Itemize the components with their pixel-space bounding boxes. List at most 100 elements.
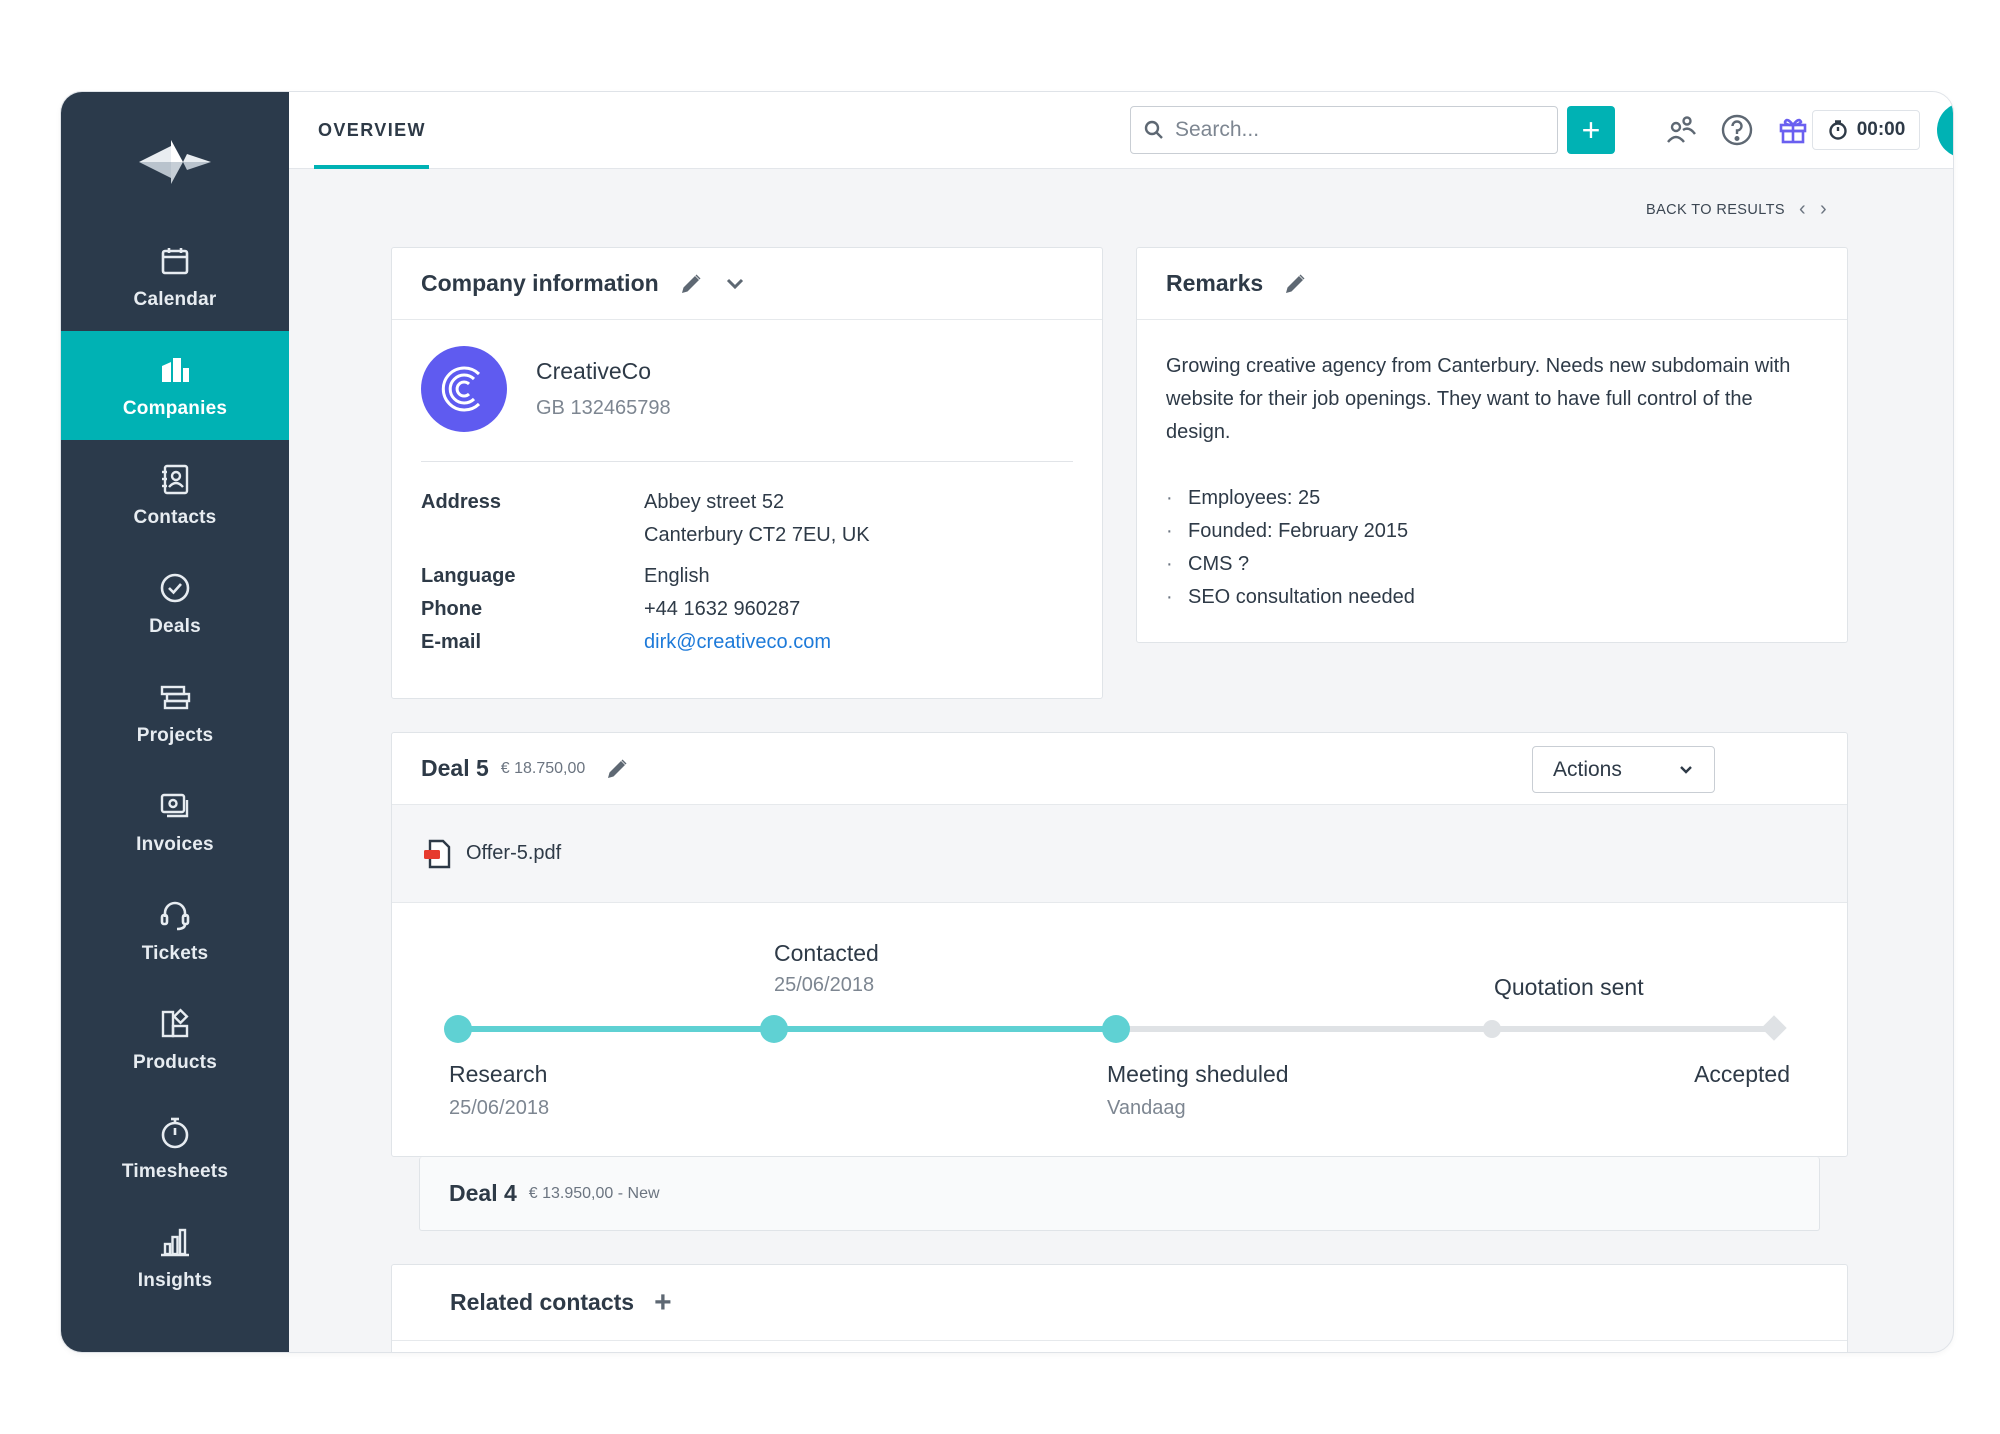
sidebar-item-invoices[interactable]: Invoices <box>61 767 289 876</box>
card-title: Remarks <box>1166 270 1264 296</box>
products-icon <box>161 1007 189 1037</box>
sidebar-item-companies[interactable]: Companies <box>61 331 289 440</box>
attachment-row[interactable]: Offer-5.pdf <box>392 805 1847 903</box>
actions-label: Actions <box>1553 757 1622 781</box>
sidebar-item-label: Tickets <box>141 942 209 964</box>
remarks-card: Remarks Growing creative agency from Can… <box>1136 247 1848 643</box>
list-item: SEO consultation needed <box>1166 581 1807 614</box>
stage-date: 25/06/2018 <box>774 974 875 996</box>
edit-pencil-icon[interactable] <box>1283 272 1307 296</box>
search-input[interactable] <box>1175 118 1535 142</box>
calendar-icon <box>161 247 189 274</box>
related-contacts-card: Related contacts + <box>391 1264 1848 1352</box>
address-label: Address <box>421 491 502 513</box>
phone-value: +44 1632 960287 <box>644 598 801 620</box>
sidebar-item-products[interactable]: Products <box>61 985 289 1094</box>
sidebar-item-deals[interactable]: Deals <box>61 549 289 658</box>
stage-name: Accepted <box>1694 1061 1790 1087</box>
sidebar-item-projects[interactable]: Projects <box>61 658 289 767</box>
edit-pencil-icon[interactable] <box>679 272 703 296</box>
card-header: Remarks <box>1137 248 1847 320</box>
bar-chart-icon <box>161 1228 189 1256</box>
sidebar: Calendar Companies Contacts Deals Projec… <box>61 92 289 1352</box>
stage-marker-meeting <box>1102 1015 1130 1043</box>
email-label: E-mail <box>421 631 482 653</box>
divider <box>421 461 1073 462</box>
edit-pencil-icon[interactable] <box>605 757 629 781</box>
sidebar-item-contacts[interactable]: Contacts <box>61 440 289 549</box>
results-navigation: BACK TO RESULTS ‹ › <box>1646 198 1827 221</box>
app-logo-icon[interactable] <box>135 132 215 192</box>
sidebar-item-timesheets[interactable]: Timesheets <box>61 1094 289 1203</box>
sidebar-item-label: Deals <box>149 615 201 637</box>
email-link[interactable]: dirk@creativeco.com <box>644 626 831 659</box>
company-identity: CreativeCo GB 132465798 <box>421 346 671 432</box>
actions-dropdown[interactable]: Actions <box>1532 746 1715 793</box>
headset-icon <box>160 901 190 930</box>
projects-icon <box>160 685 191 709</box>
deal-title: Deal 4 <box>449 1180 517 1206</box>
sidebar-nav: Calendar Companies Contacts Deals Projec… <box>61 222 289 1312</box>
sidebar-item-calendar[interactable]: Calendar <box>61 222 289 331</box>
prev-result-button[interactable]: ‹ <box>1799 198 1806 221</box>
sidebar-item-label: Invoices <box>136 833 214 855</box>
pdf-file-icon <box>424 839 451 868</box>
add-contact-button[interactable]: + <box>654 1286 672 1320</box>
tab-overview[interactable]: OVERVIEW <box>318 92 426 169</box>
phone-label: Phone <box>421 598 483 620</box>
sidebar-item-tickets[interactable]: Tickets <box>61 876 289 985</box>
stage-name: Quotation sent <box>1494 974 1644 1000</box>
deal-4-card[interactable]: Deal 4 € 13.950,00 - New <box>419 1157 1820 1231</box>
card-header: Related contacts + <box>392 1265 1847 1341</box>
company-details: Address Abbey street 52 Canterbury CT2 7… <box>421 486 870 659</box>
company-logo-icon <box>421 346 507 432</box>
timer-value: 00:00 <box>1856 119 1906 140</box>
sidebar-item-label: Insights <box>137 1269 213 1291</box>
stage-marker-quotation <box>1483 1020 1501 1038</box>
address-line-2: Canterbury CT2 7EU, UK <box>644 524 870 546</box>
buildings-icon <box>162 357 189 382</box>
sidebar-item-label: Calendar <box>133 288 217 310</box>
stage-name: Contacted <box>774 940 879 966</box>
search-icon <box>1144 120 1163 139</box>
stage-date: Vandaag <box>1107 1097 1186 1119</box>
topbar: OVERVIEW + 00: <box>289 92 1953 169</box>
language-label: Language <box>421 565 516 587</box>
timer-button[interactable]: 00:00 <box>1812 110 1920 150</box>
help-icon[interactable] <box>1717 110 1757 150</box>
sidebar-item-label: Products <box>133 1051 217 1073</box>
sidebar-item-label: Contacts <box>133 506 217 528</box>
company-name: CreativeCo <box>536 358 652 384</box>
deal-title: Deal 5 <box>421 755 489 781</box>
user-avatar[interactable]: SV <box>1937 102 1953 158</box>
chevron-down-icon[interactable] <box>723 272 747 296</box>
stage-marker-accepted <box>1761 1015 1787 1041</box>
card-title: Related contacts <box>450 1289 635 1315</box>
company-vat-number: GB 132465798 <box>536 397 671 419</box>
app-window: Calendar Companies Contacts Deals Projec… <box>60 91 1954 1353</box>
add-button[interactable]: + <box>1567 106 1615 154</box>
attachment-name: Offer-5.pdf <box>466 842 562 864</box>
team-icon[interactable] <box>1661 110 1701 150</box>
language-value: English <box>644 565 710 587</box>
chevron-down-icon <box>1680 765 1692 774</box>
card-title: Company information <box>421 270 659 296</box>
card-header: Company information <box>392 248 1102 320</box>
deal-amount: € 18.750,00 <box>500 759 586 777</box>
sidebar-item-insights[interactable]: Insights <box>61 1203 289 1312</box>
deal-header: Deal 5 € 18.750,00 Actions <box>392 733 1847 805</box>
stage-marker-contacted <box>760 1015 788 1043</box>
company-information-card: Company information CreativeCo GB 132465… <box>391 247 1103 699</box>
search-box[interactable] <box>1130 106 1558 154</box>
list-item: CMS ? <box>1166 548 1807 581</box>
next-result-button[interactable]: › <box>1820 198 1827 221</box>
active-tab-indicator <box>314 165 429 169</box>
invoice-icon <box>160 793 189 817</box>
gift-icon[interactable] <box>1773 110 1813 150</box>
sidebar-item-label: Timesheets <box>121 1160 229 1182</box>
address-line-1: Abbey street 52 <box>644 491 785 513</box>
sidebar-item-label: Companies <box>122 397 228 419</box>
stopwatch-icon <box>1828 120 1847 140</box>
stage-name: Meeting sheduled <box>1107 1061 1289 1087</box>
back-to-results-link[interactable]: BACK TO RESULTS <box>1646 202 1785 218</box>
